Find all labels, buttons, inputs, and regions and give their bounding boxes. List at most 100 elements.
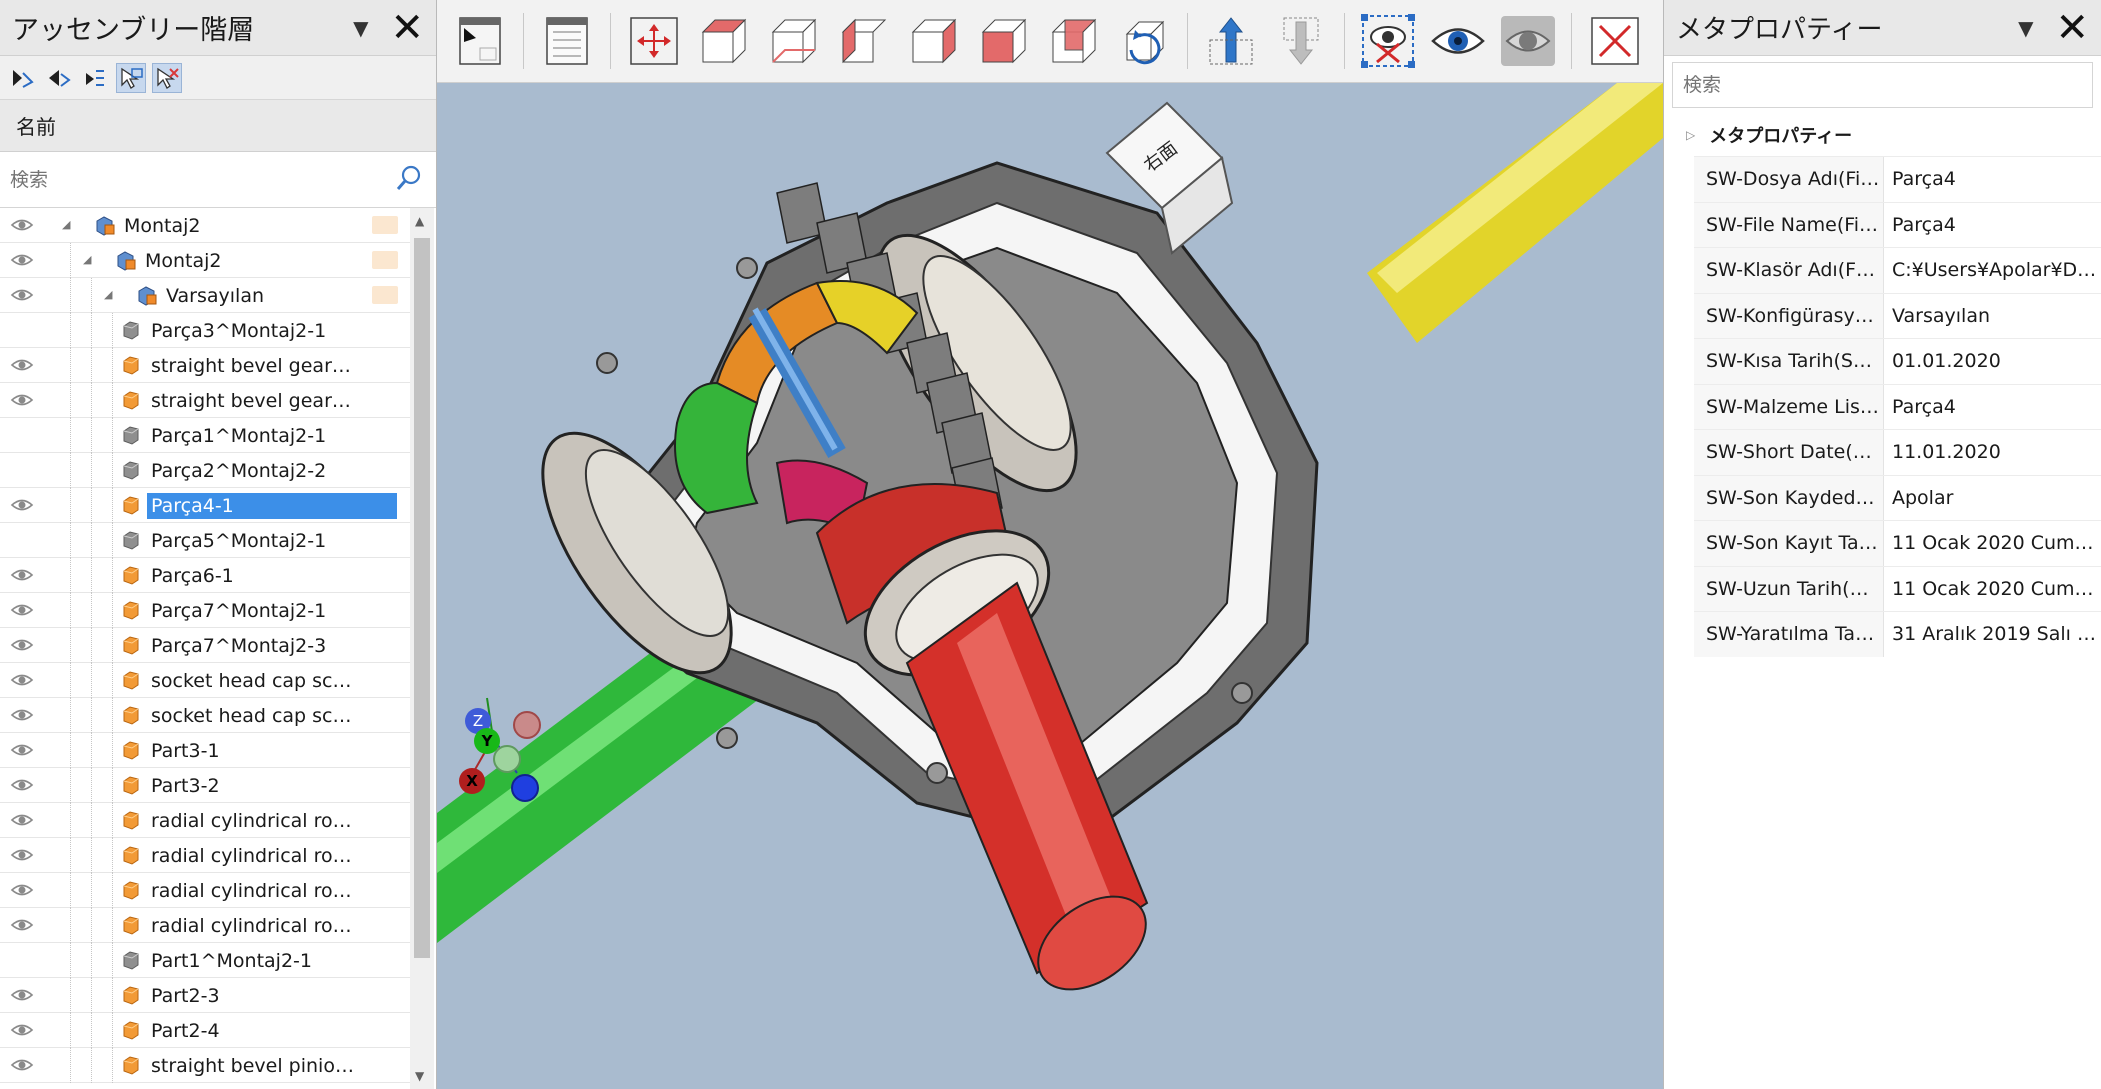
- view-cube-top-icon[interactable]: [763, 10, 825, 72]
- tree-row[interactable]: ◢ Varsayılan: [0, 278, 410, 313]
- download-arrow-icon[interactable]: [1270, 10, 1332, 72]
- tree-collapse-icon[interactable]: ◢: [104, 288, 112, 301]
- visibility-eye-icon[interactable]: [10, 391, 34, 409]
- tree-node-label[interactable]: radial cylindrical ro…: [147, 878, 356, 904]
- property-row[interactable]: SW-Son Kayıt Ta… 11 Ocak 2020 Cum…: [1694, 520, 2101, 566]
- tree-row[interactable]: Part3-2: [0, 768, 410, 803]
- tree-node-label[interactable]: Part3-2: [147, 773, 224, 799]
- tree-node-label[interactable]: radial cylindrical ro…: [147, 913, 356, 939]
- tree-row[interactable]: radial cylindrical ro…: [0, 873, 410, 908]
- visibility-eye-icon[interactable]: [10, 566, 34, 584]
- tree-row[interactable]: radial cylindrical ro…: [0, 838, 410, 873]
- document-icon[interactable]: [536, 10, 598, 72]
- meta-search-input[interactable]: [1683, 74, 2080, 96]
- tree-node-label[interactable]: socket head cap sc…: [147, 703, 355, 729]
- property-row[interactable]: SW-Malzeme Lis… Parça4: [1694, 383, 2101, 429]
- visibility-eye-icon[interactable]: [10, 881, 34, 899]
- close-icon[interactable]: ✕: [390, 8, 424, 48]
- chevron-down-icon[interactable]: ▼: [2018, 16, 2033, 40]
- tree-node-label[interactable]: Parça7^Montaj2-1: [147, 598, 330, 624]
- show-all-icon[interactable]: [1497, 10, 1559, 72]
- color-swatch[interactable]: [372, 251, 398, 269]
- search-icon[interactable]: [394, 163, 424, 197]
- tree-node-label[interactable]: Part1^Montaj2-1: [147, 948, 316, 974]
- tree-row[interactable]: Part2-4: [0, 1013, 410, 1048]
- select-mode-icon[interactable]: [116, 62, 146, 93]
- collapse-tree-icon[interactable]: [44, 63, 74, 93]
- property-row[interactable]: SW-Dosya Adı(Fi… Parça4: [1694, 156, 2101, 202]
- property-row[interactable]: SW-Son Kayded… Apolar: [1694, 474, 2101, 520]
- tree-row[interactable]: Parça4-1: [0, 488, 410, 523]
- property-row[interactable]: SW-Yaratılma Ta… 31 Aralık 2019 Salı …: [1694, 611, 2101, 657]
- property-row[interactable]: SW-Klasör Adı(F… C:¥Users¥Apolar¥D…: [1694, 247, 2101, 293]
- tree-row[interactable]: Parça2^Montaj2-2: [0, 453, 410, 488]
- tree-node-label[interactable]: Parça1^Montaj2-1: [147, 423, 330, 449]
- property-row[interactable]: SW-Short Date(… 11.01.2020: [1694, 429, 2101, 475]
- rotate-view-icon[interactable]: [1113, 10, 1175, 72]
- visibility-eye-icon[interactable]: [10, 356, 34, 374]
- tree-row[interactable]: straight bevel gear…: [0, 348, 410, 383]
- tree-row[interactable]: radial cylindrical ro…: [0, 908, 410, 943]
- tree-node-label[interactable]: straight bevel pinio…: [147, 1053, 358, 1079]
- tree-node-label[interactable]: Montaj2: [141, 248, 226, 274]
- tree-node-label[interactable]: Parça3^Montaj2-1: [147, 318, 330, 344]
- tree-node-label[interactable]: straight bevel gear…: [147, 388, 355, 414]
- tree-node-label[interactable]: radial cylindrical ro…: [147, 843, 356, 869]
- sync-tree-icon[interactable]: [80, 63, 110, 93]
- view-cube-right-icon[interactable]: [903, 10, 965, 72]
- tree-node-label[interactable]: Part2-3: [147, 983, 224, 1009]
- view-cube-back-icon[interactable]: [1043, 10, 1105, 72]
- tree-node-label[interactable]: Montaj2: [120, 213, 205, 239]
- tree-node-label[interactable]: radial cylindrical ro…: [147, 808, 356, 834]
- tree-node-label[interactable]: Parça5^Montaj2-1: [147, 528, 330, 554]
- tree-row[interactable]: socket head cap sc…: [0, 698, 410, 733]
- visibility-eye-icon[interactable]: [10, 671, 34, 689]
- tree-row[interactable]: Parça5^Montaj2-1: [0, 523, 410, 558]
- deselect-mode-icon[interactable]: [152, 62, 182, 93]
- visibility-eye-icon[interactable]: [10, 706, 34, 724]
- hide-selected-icon[interactable]: [1357, 10, 1419, 72]
- tree-collapse-icon[interactable]: ◢: [83, 253, 91, 266]
- tree-scrollbar[interactable]: ▲ ▼: [410, 208, 434, 1089]
- visibility-eye-icon[interactable]: [10, 251, 34, 269]
- chevron-down-icon[interactable]: ▼: [353, 16, 368, 40]
- close-icon[interactable]: ✕: [2055, 8, 2089, 48]
- tree-node-label[interactable]: Part2-4: [147, 1018, 224, 1044]
- visibility-eye-icon[interactable]: [10, 1021, 34, 1039]
- view-cube-bottom-icon[interactable]: [973, 10, 1035, 72]
- visibility-eye-icon[interactable]: [10, 216, 34, 234]
- scroll-up-icon[interactable]: ▲: [415, 214, 424, 228]
- tree-row[interactable]: radial cylindrical ro…: [0, 803, 410, 838]
- expand-tree-icon[interactable]: [8, 63, 38, 93]
- tree-row[interactable]: Part3-1: [0, 733, 410, 768]
- tree-row[interactable]: straight bevel gear…: [0, 383, 410, 418]
- show-icon[interactable]: [1427, 10, 1489, 72]
- visibility-eye-icon[interactable]: [10, 636, 34, 654]
- color-swatch[interactable]: [372, 216, 398, 234]
- tree-node-label[interactable]: straight bevel gear…: [147, 353, 355, 379]
- upload-arrow-icon[interactable]: [1200, 10, 1262, 72]
- meta-group-header[interactable]: ▷ メタプロパティー: [1664, 114, 2101, 156]
- tree-row[interactable]: Parça1^Montaj2-1: [0, 418, 410, 453]
- tree-row[interactable]: Parça6-1: [0, 558, 410, 593]
- expand-triangle-icon[interactable]: ▷: [1686, 128, 1695, 142]
- 3d-viewport[interactable]: 右面 Z Y X: [437, 83, 1663, 1089]
- scrollbar-thumb[interactable]: [414, 238, 430, 958]
- visibility-eye-icon[interactable]: [10, 846, 34, 864]
- visibility-eye-icon[interactable]: [10, 286, 34, 304]
- visibility-eye-icon[interactable]: [10, 916, 34, 934]
- tree-row[interactable]: Parça7^Montaj2-1: [0, 593, 410, 628]
- tree-row[interactable]: Part1^Montaj2-1: [0, 943, 410, 978]
- visibility-eye-icon[interactable]: [10, 986, 34, 1004]
- fit-view-icon[interactable]: [623, 10, 685, 72]
- tree-row[interactable]: straight bevel pinio…: [0, 1048, 410, 1083]
- tree-row[interactable]: Parça3^Montaj2-1: [0, 313, 410, 348]
- visibility-eye-icon[interactable]: [10, 741, 34, 759]
- visibility-eye-icon[interactable]: [10, 1056, 34, 1074]
- scroll-down-icon[interactable]: ▼: [415, 1069, 424, 1083]
- tree-row[interactable]: ◢ Montaj2: [0, 243, 410, 278]
- panel-toggle-icon[interactable]: [449, 10, 511, 72]
- tree-node-label[interactable]: socket head cap sc…: [147, 668, 355, 694]
- tree-node-label[interactable]: Parça2^Montaj2-2: [147, 458, 330, 484]
- view-cube-front-icon[interactable]: [693, 10, 755, 72]
